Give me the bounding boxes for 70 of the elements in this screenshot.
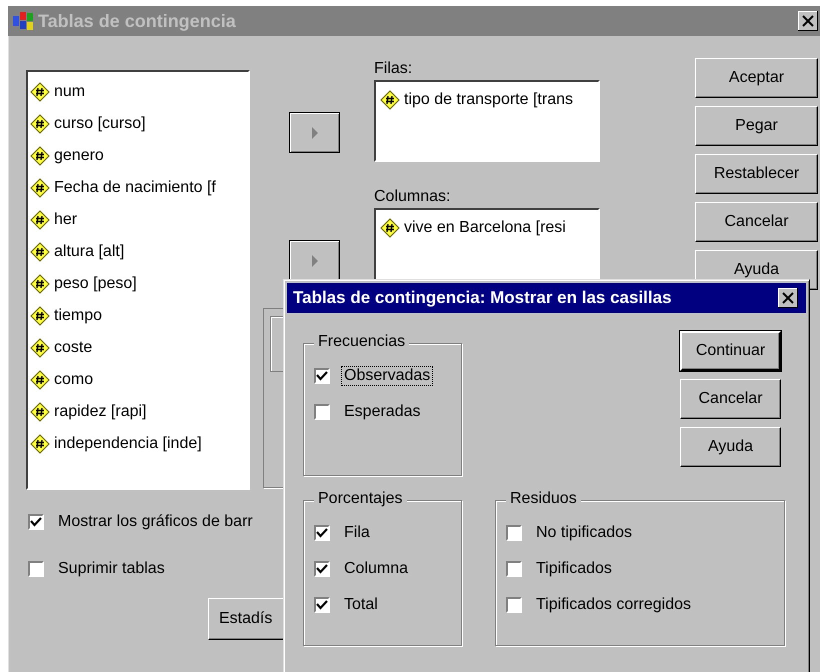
variable-name[interactable]: num [54, 83, 86, 101]
variable-name[interactable]: independencia [inde] [54, 435, 202, 453]
field-label: Filas: [374, 60, 412, 79]
checkbox-label[interactable]: Total [342, 596, 380, 614]
checkbox[interactable] [506, 525, 522, 541]
checkbox-label[interactable]: Observadas [342, 367, 432, 385]
numeric-variable-icon [30, 370, 50, 390]
close-icon [782, 292, 794, 304]
checkbox-label[interactable]: Tipificados corregidos [534, 596, 694, 614]
variable-name[interactable]: Fecha de nacimiento [f [54, 179, 216, 197]
dialog-button[interactable]: Restablecer [695, 154, 818, 194]
move-button[interactable] [289, 240, 340, 281]
checkbox-label[interactable]: Fila [342, 524, 372, 542]
checkbox-label[interactable]: Mostrar los gráficos de barr [56, 513, 255, 531]
variable-name[interactable]: como [54, 371, 94, 389]
dialog-button[interactable]: Pegar [695, 106, 818, 146]
checkbox-label[interactable]: Suprimir tablas [56, 560, 167, 578]
numeric-variable-icon [380, 218, 400, 238]
numeric-variable-icon [30, 434, 50, 454]
numeric-variable-icon [30, 338, 50, 358]
numeric-variable-icon [30, 82, 50, 102]
variable-name[interactable]: altura [alt] [54, 243, 124, 261]
numeric-variable-icon [30, 210, 50, 230]
numeric-variable-icon [30, 306, 50, 326]
dialog-title: Tablas de contingencia: Mostrar en las casillas [293, 288, 672, 308]
checkbox[interactable] [314, 404, 330, 420]
checkbox[interactable] [314, 368, 330, 384]
window-title: Tablas de contingencia [38, 10, 236, 32]
play-icon [310, 254, 318, 268]
variable-name[interactable]: her [54, 211, 78, 229]
numeric-variable-icon [30, 146, 50, 166]
checkbox[interactable] [314, 525, 330, 541]
rows-list[interactable]: tipo de transporte [trans [374, 80, 600, 162]
close-icon [802, 15, 814, 27]
dialog-button[interactable]: Cancelar [695, 202, 818, 242]
dialog-button[interactable]: Ayuda [680, 427, 781, 467]
numeric-variable-icon [380, 90, 400, 110]
checkbox[interactable] [314, 597, 330, 613]
variable-name[interactable]: curso [curso] [54, 115, 146, 133]
dialog-button[interactable]: Cancelar [680, 379, 781, 419]
checkbox-label[interactable]: No tipificados [534, 524, 634, 542]
checkbox[interactable] [314, 561, 330, 577]
checkbox[interactable] [506, 561, 522, 577]
numeric-variable-icon [30, 242, 50, 262]
play-icon [310, 126, 318, 140]
numeric-variable-icon [30, 274, 50, 294]
dialog-button[interactable]: Aceptar [695, 58, 818, 98]
move-button[interactable] [289, 112, 340, 153]
checkbox-label[interactable]: Esperadas [342, 403, 422, 421]
numeric-variable-icon [30, 178, 50, 198]
numeric-variable-icon [30, 402, 50, 422]
checkbox-label[interactable]: Tipificados [534, 560, 614, 578]
variable-name[interactable]: rapidez [rapi] [54, 403, 146, 421]
numeric-variable-icon [30, 114, 50, 134]
variable-name[interactable]: peso [peso] [54, 275, 137, 293]
variable-name[interactable]: vive en Barcelona [resi [404, 219, 566, 237]
variable-name[interactable]: genero [54, 147, 104, 165]
checkbox[interactable] [506, 597, 522, 613]
close-button[interactable] [778, 288, 798, 308]
checkbox-label[interactable]: Columna [342, 560, 410, 578]
checkbox[interactable] [28, 514, 44, 530]
variable-name[interactable]: tiempo [54, 307, 102, 325]
field-label: Columnas: [374, 188, 450, 207]
variable-list[interactable]: num curso [curso] genero Fecha de nacimiento [f her altura [alt] peso [peso] tiempo coste como rapidez [rapi] independencia [inde] [26, 70, 250, 490]
close-button[interactable] [798, 11, 818, 31]
app-icon [12, 11, 34, 31]
variable-name[interactable]: tipo de transporte [trans [404, 91, 573, 109]
checkbox[interactable] [28, 561, 44, 577]
dialog-button[interactable]: Continuar [680, 331, 781, 371]
variable-name[interactable]: coste [54, 339, 92, 357]
